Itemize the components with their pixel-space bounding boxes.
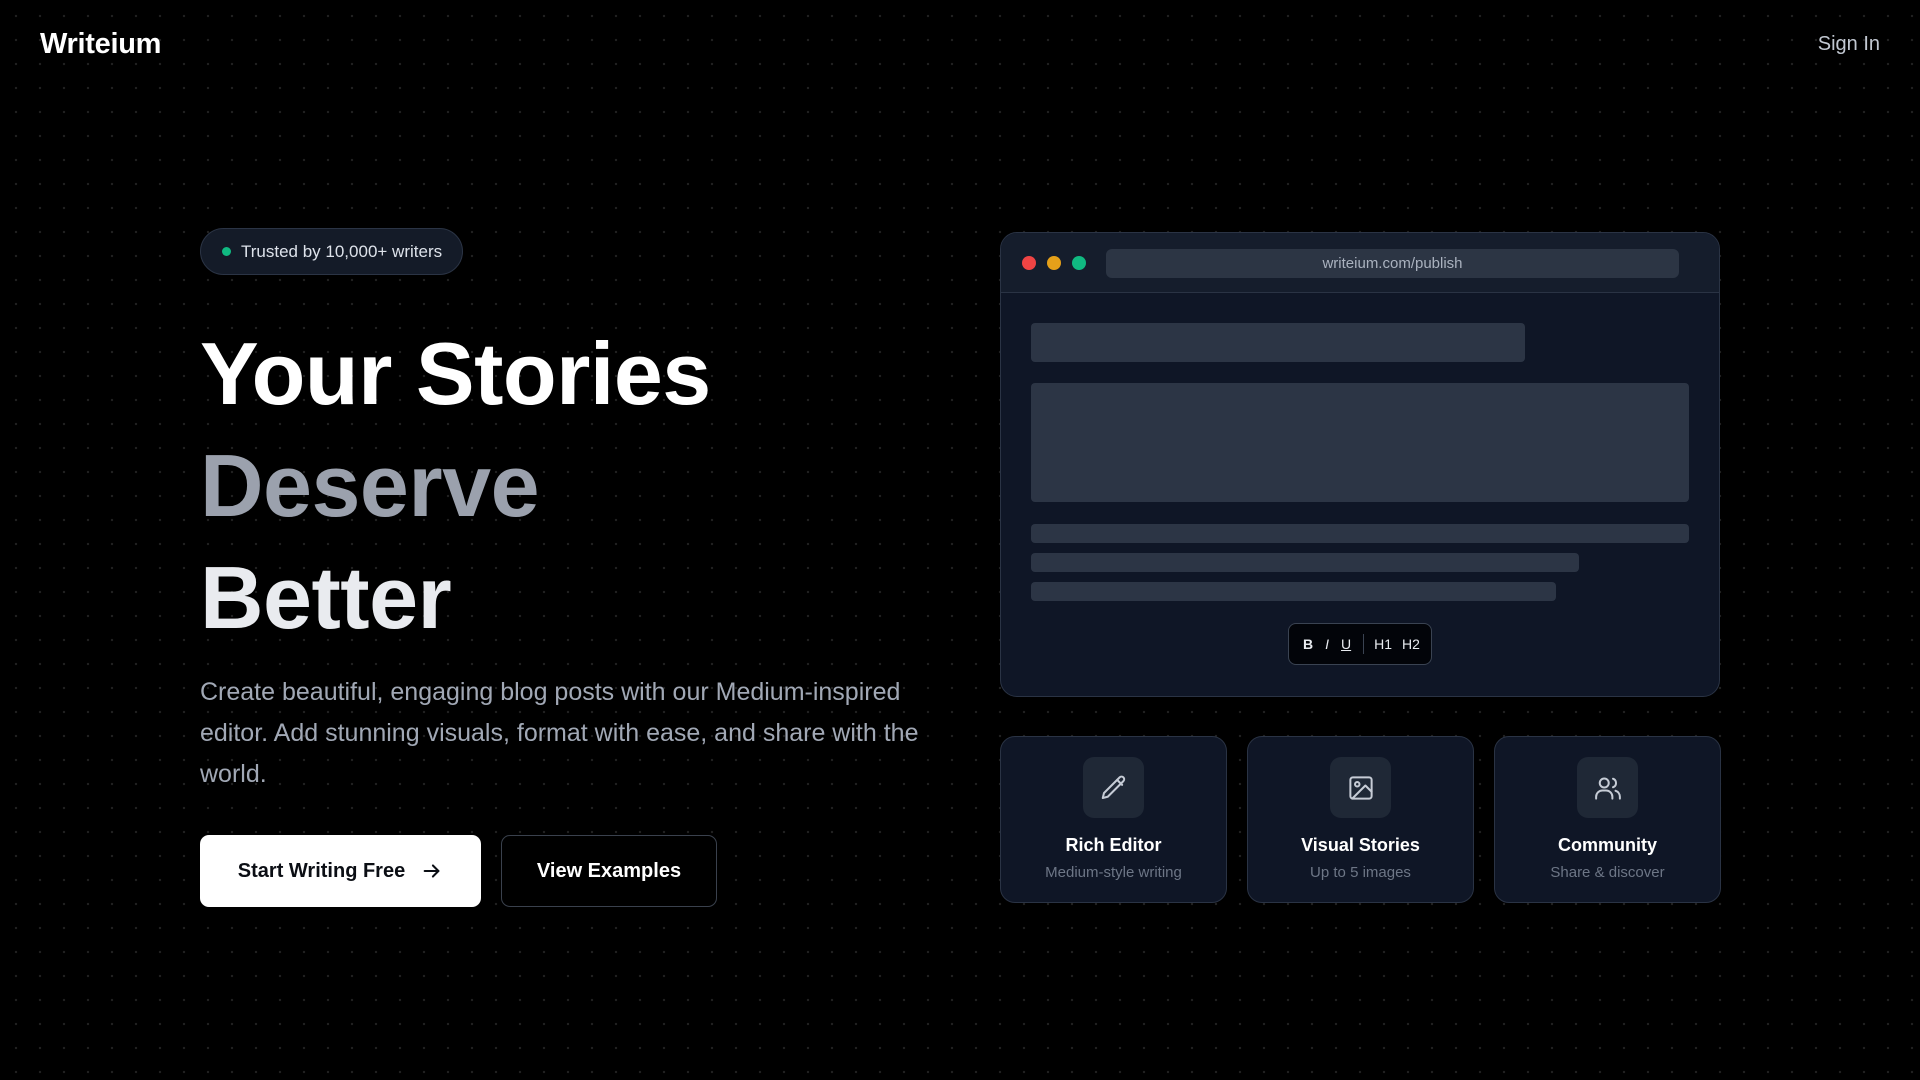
url-bar: writeium.com/publish [1106, 249, 1679, 278]
logo[interactable]: Writeium [40, 28, 161, 61]
minimize-dot-icon [1047, 255, 1061, 270]
feature-title: Community [1558, 835, 1657, 855]
feature-subtitle: Medium-style writing [1045, 864, 1182, 881]
maximize-dot-icon [1072, 255, 1086, 270]
feature-card-community: Community Share & discover [1494, 736, 1721, 903]
feature-card-visual-stories: Visual Stories Up to 5 images [1247, 736, 1474, 903]
trust-badge-text: Trusted by 10,000+ writers [241, 241, 443, 261]
feature-subtitle: Up to 5 images [1310, 864, 1411, 881]
h1-button: H1 [1374, 636, 1393, 652]
headline-line-1: Your Stories [200, 324, 711, 423]
feature-card-rich-editor: Rich Editor Medium-style writing [1000, 736, 1227, 903]
feature-subtitle: Share & discover [1550, 864, 1665, 881]
headline-line-3: Better [200, 548, 452, 647]
trust-badge: Trusted by 10,000+ writers [200, 228, 464, 275]
bold-button: B [1303, 636, 1314, 652]
placeholder-image [1031, 383, 1689, 502]
feature-title: Visual Stories [1301, 835, 1420, 855]
status-dot-icon [222, 247, 231, 256]
placeholder-line [1031, 582, 1556, 601]
placeholder-line [1031, 524, 1689, 543]
start-writing-label: Start Writing Free [237, 859, 406, 882]
italic-button: I [1325, 636, 1330, 652]
users-icon [1577, 757, 1638, 818]
view-examples-label: View Examples [536, 859, 682, 882]
placeholder-line [1031, 553, 1579, 572]
underline-button: U [1341, 636, 1352, 652]
close-dot-icon [1022, 255, 1036, 270]
arrow-right-icon [423, 864, 440, 878]
feature-title: Rich Editor [1065, 835, 1162, 855]
hero-subtext: Create beautiful, engaging blog posts wi… [200, 678, 919, 788]
window-titlebar: writeium.com/publish [1001, 233, 1719, 293]
start-writing-button[interactable]: Start Writing Free [200, 835, 481, 907]
h2-button: H2 [1402, 636, 1420, 652]
pencil-icon [1083, 757, 1144, 818]
landing-page: Writeium Sign In Trusted by 10,000+ writ… [0, 0, 1920, 1080]
image-icon [1330, 757, 1391, 818]
placeholder-title [1031, 323, 1525, 362]
toolbar-divider [1363, 634, 1365, 654]
editor-mockup-window: writeium.com/publish B I U H1 H2 [1000, 232, 1720, 697]
hero-headline: Your Stories Deserve Better [200, 318, 711, 654]
headline-line-2: Deserve [200, 436, 540, 535]
sign-in-link[interactable]: Sign In [1818, 33, 1880, 56]
view-examples-button[interactable]: View Examples [501, 835, 717, 907]
format-toolbar: B I U H1 H2 [1288, 623, 1432, 665]
